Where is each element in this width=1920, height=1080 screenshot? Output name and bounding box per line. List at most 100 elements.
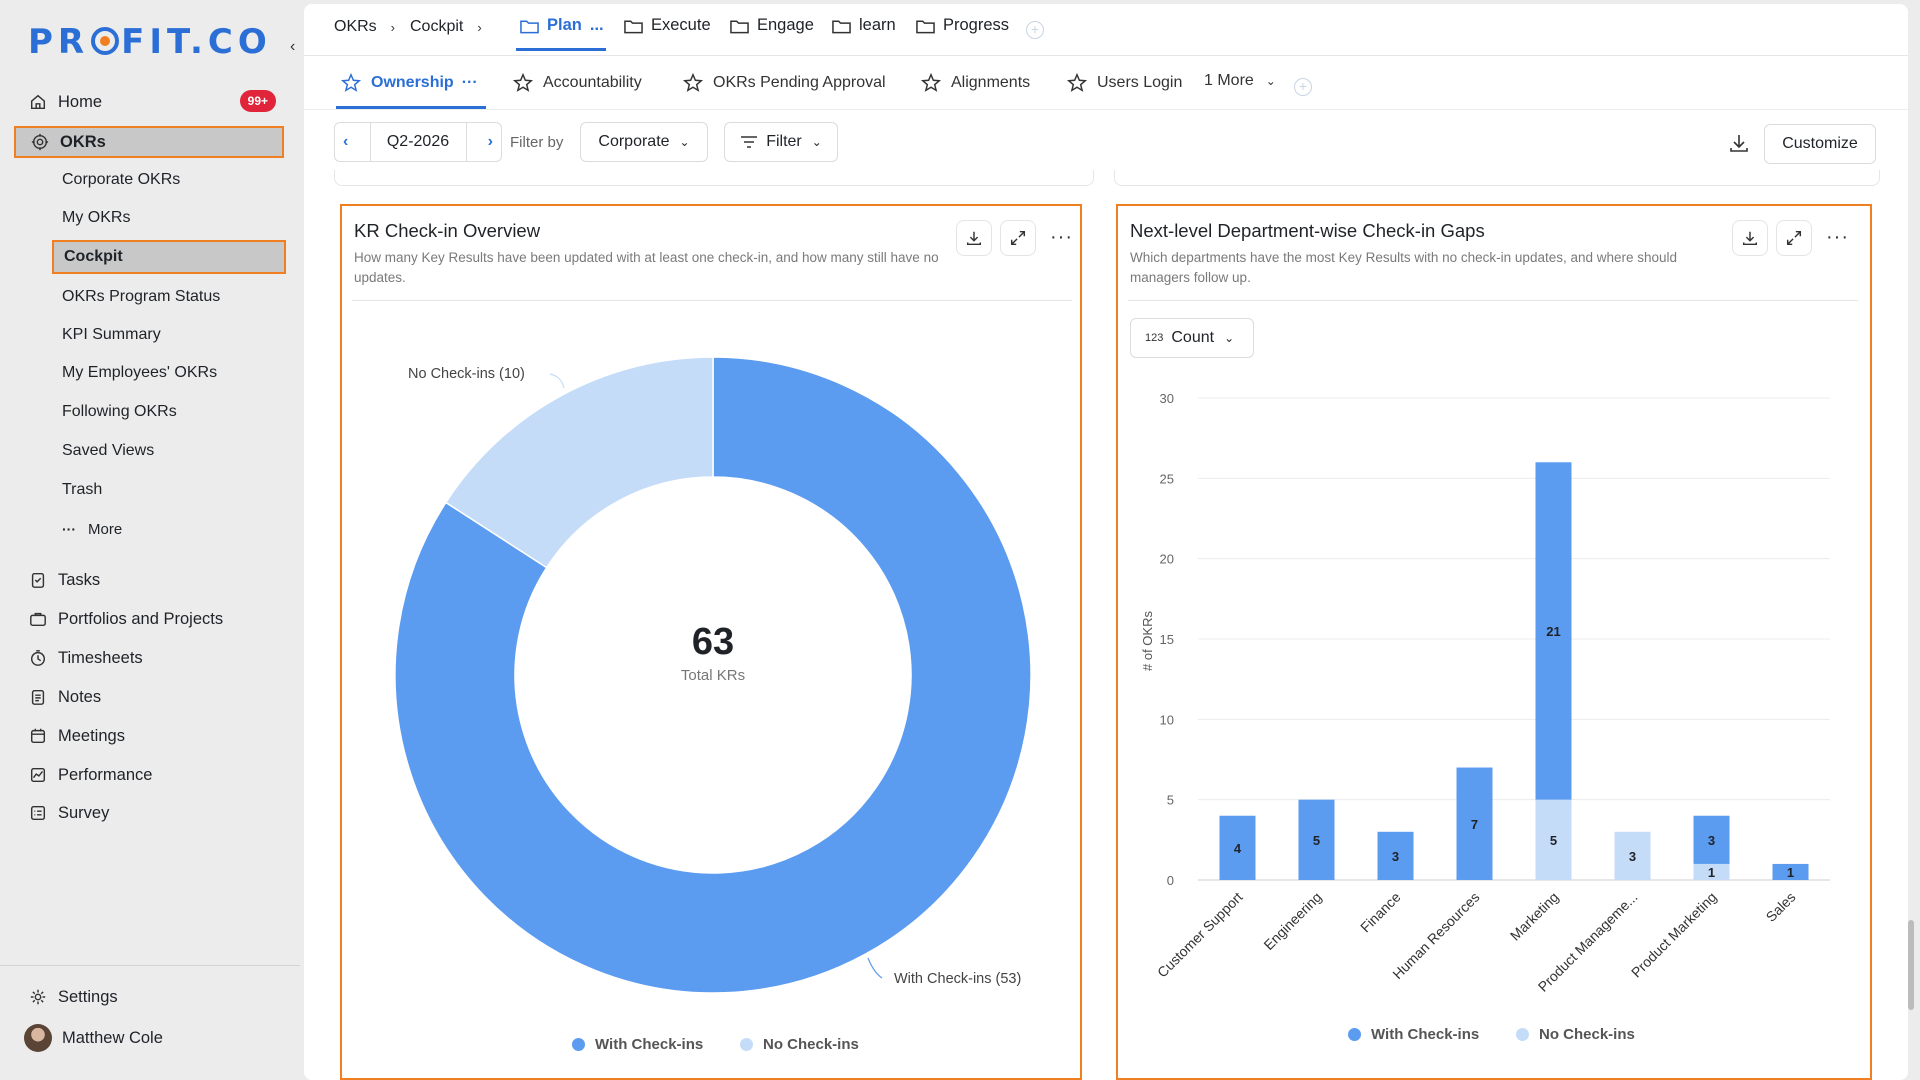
previous-period-button[interactable]: ‹ — [343, 133, 348, 151]
bar-data-label: 3 — [1629, 849, 1636, 864]
measure-dropdown[interactable]: 123 Count ⌄ — [1130, 318, 1254, 358]
card-title: Next-level Department-wise Check-in Gaps — [1130, 220, 1485, 241]
view-tab-ownership[interactable]: Ownership ··· — [340, 72, 478, 94]
chevron-down-icon: ⌄ — [679, 135, 690, 149]
scope-dropdown[interactable]: Corporate ⌄ — [580, 122, 708, 162]
tab-plan[interactable]: Plan ... — [520, 16, 604, 35]
view-tab-users-login[interactable]: Users Login — [1066, 72, 1182, 94]
folder-icon — [730, 19, 749, 33]
user-profile[interactable]: Matthew Cole — [12, 1022, 282, 1054]
tab-execute[interactable]: Execute — [624, 16, 711, 35]
folder-icon — [624, 19, 643, 33]
sidebar-item-survey[interactable]: Survey — [14, 797, 284, 829]
sidebar-item-portfolios[interactable]: Portfolios and Projects — [14, 603, 284, 635]
card-divider — [1128, 300, 1858, 301]
sidebar-subitem-okrs-program-status[interactable]: OKRs Program Status — [52, 280, 286, 314]
y-tick-label: 25 — [1160, 471, 1174, 486]
add-view-icon[interactable]: + — [1294, 78, 1312, 96]
notification-badge: 99+ — [239, 90, 276, 112]
view-tab-accountability[interactable]: Accountability — [512, 72, 642, 94]
breadcrumb-cockpit[interactable]: Cockpit › — [410, 18, 482, 36]
sidebar-item-meetings[interactable]: Meetings — [14, 720, 284, 752]
chevron-right-icon: › — [390, 19, 396, 35]
star-icon — [1066, 72, 1088, 92]
tab-more-icon[interactable]: ... — [590, 16, 604, 35]
x-tick-label: Customer Support — [1154, 889, 1246, 981]
sidebar-divider — [0, 965, 300, 966]
folder-icon — [916, 19, 935, 33]
legend-item-no-checkins[interactable]: No Check-ins — [1516, 1026, 1635, 1043]
y-tick-label: 10 — [1160, 712, 1174, 727]
breadcrumb-label: Cockpit — [410, 18, 464, 35]
slice-label-no-checkins: No Check-ins (10) — [408, 366, 525, 382]
filter-button[interactable]: Filter ⌄ — [724, 122, 838, 162]
view-tab-alignments[interactable]: Alignments — [920, 72, 1030, 94]
expand-icon[interactable] — [1000, 220, 1036, 256]
sidebar-item-label: Settings — [58, 987, 118, 1006]
sidebar-subitem-trash[interactable]: Trash — [52, 473, 286, 507]
donut-center-value: 63 — [692, 621, 734, 663]
download-icon[interactable] — [956, 220, 992, 256]
view-tabs-bar: Ownership ··· Accountability OKRs Pendin… — [304, 56, 1908, 110]
expand-icon[interactable] — [1776, 220, 1812, 256]
breadcrumb-okrs[interactable]: OKRs › — [334, 18, 395, 36]
download-icon[interactable] — [1732, 220, 1768, 256]
sidebar-item-settings[interactable]: Settings — [14, 981, 284, 1013]
legend-item-no-checkins[interactable]: No Check-ins — [740, 1036, 859, 1053]
divider — [370, 122, 371, 162]
bar-data-label: 5 — [1550, 833, 1557, 848]
card-title: KR Check-in Overview — [354, 220, 541, 241]
view-tab-more-icon[interactable]: ··· — [462, 74, 478, 92]
legend-label: With Check-ins — [595, 1036, 704, 1053]
collapse-sidebar-icon[interactable]: ‹ — [290, 38, 295, 56]
view-tab-label: Users Login — [1097, 74, 1183, 91]
x-tick-label: Sales — [1763, 889, 1799, 925]
legend-swatch — [1516, 1028, 1529, 1041]
sidebar-item-tasks[interactable]: Tasks — [14, 564, 284, 596]
customize-button[interactable]: Customize — [1764, 124, 1876, 164]
sidebar-subitem-corporate-okrs[interactable]: Corporate OKRs — [52, 163, 286, 197]
tab-learn[interactable]: learn — [832, 16, 896, 35]
more-options-icon[interactable]: ··· — [1050, 226, 1073, 249]
more-views-dropdown[interactable]: 1 More ⌄ — [1204, 72, 1276, 90]
next-period-button[interactable]: › — [488, 133, 493, 151]
number-type-icon: 123 — [1145, 332, 1164, 344]
sidebar-item-home[interactable]: Home 99+ — [14, 86, 284, 118]
more-options-icon[interactable]: ··· — [1826, 226, 1849, 249]
sidebar-subitem-more[interactable]: ··· More — [52, 512, 286, 546]
sidebar-item-performance[interactable]: Performance — [14, 759, 284, 791]
period-value[interactable]: Q2-2026 — [387, 133, 449, 151]
sidebar-item-timesheets[interactable]: Timesheets — [14, 642, 284, 674]
legend-item-with-checkins[interactable]: With Check-ins — [1348, 1026, 1479, 1043]
download-icon[interactable] — [1728, 132, 1750, 159]
sidebar-subitem-kpi-summary[interactable]: KPI Summary — [52, 318, 286, 352]
view-tab-label: Ownership — [371, 74, 454, 91]
legend-item-with-checkins[interactable]: With Check-ins — [572, 1036, 703, 1053]
sidebar-subitem-my-employees-okrs[interactable]: My Employees' OKRs — [52, 356, 286, 390]
tab-engage[interactable]: Engage — [730, 16, 814, 35]
page-scrollbar[interactable] — [1908, 920, 1914, 1010]
sidebar-item-notes[interactable]: Notes — [14, 681, 284, 713]
add-tab-icon[interactable]: + — [1026, 21, 1044, 39]
y-tick-label: 15 — [1160, 632, 1174, 647]
sidebar-subitem-saved-views[interactable]: Saved Views — [52, 434, 286, 468]
sidebar-subitem-following-okrs[interactable]: Following OKRs — [52, 395, 286, 429]
y-tick-label: 0 — [1167, 873, 1174, 888]
sidebar-item-label: Portfolios and Projects — [58, 609, 224, 628]
department-checkin-gaps-card: Next-level Department-wise Check-in Gaps… — [1116, 204, 1872, 1080]
active-tab-indicator — [516, 48, 606, 51]
legend-swatch — [572, 1038, 585, 1051]
profit-co-logo[interactable]: PR FIT.CO — [28, 22, 272, 62]
view-tab-okrs-pending-approval[interactable]: OKRs Pending Approval — [682, 72, 886, 94]
card-divider — [352, 300, 1072, 301]
legend-label: No Check-ins — [763, 1036, 859, 1053]
sidebar-subitem-my-okrs[interactable]: My OKRs — [52, 201, 286, 235]
tab-progress[interactable]: Progress — [916, 16, 1009, 35]
donut-center-label: Total KRs — [681, 667, 745, 684]
chevron-right-icon: › — [477, 19, 482, 35]
gear-icon — [28, 987, 48, 1007]
sidebar-subitem-cockpit[interactable]: Cockpit — [52, 240, 286, 274]
sidebar-item-label: Home — [58, 92, 103, 111]
folder-icon — [520, 19, 539, 33]
sidebar-item-okrs[interactable]: OKRs — [14, 126, 284, 158]
